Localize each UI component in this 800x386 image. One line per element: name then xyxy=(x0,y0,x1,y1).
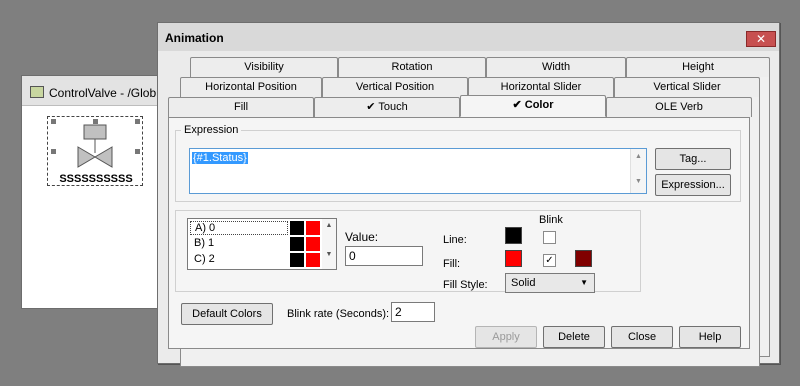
tab-color[interactable]: ✔ Color xyxy=(460,95,606,117)
list-item[interactable]: B) 1 xyxy=(190,237,288,251)
background-window-title: ControlValve - /Glob xyxy=(49,86,157,100)
fill-style-select[interactable]: Solid ▼ xyxy=(505,273,595,293)
expression-textarea[interactable]: {#1.Status} ▲ ▼ xyxy=(189,148,647,194)
list-item[interactable]: A) 0 xyxy=(190,221,288,235)
line-color-button[interactable] xyxy=(505,227,522,244)
scroll-down-icon[interactable]: ▼ xyxy=(631,178,646,185)
fill-label: Fill: xyxy=(443,258,461,270)
tab-vertical-slider[interactable]: Vertical Slider xyxy=(614,77,760,97)
chevron-down-icon[interactable]: ▼ xyxy=(580,278,588,287)
tab-height[interactable]: Height xyxy=(626,57,770,77)
tab-fill[interactable]: Fill xyxy=(168,97,314,117)
fill-swatch xyxy=(306,253,320,267)
blink-label: Blink xyxy=(539,214,563,226)
fill-swatch xyxy=(306,221,320,235)
expression-group-label: Expression xyxy=(181,124,242,136)
close-icon[interactable]: ✕ xyxy=(746,31,776,47)
tab-vertical-position[interactable]: Vertical Position xyxy=(322,77,468,97)
scroll-up-icon[interactable]: ▲ xyxy=(631,153,646,160)
tab-width[interactable]: Width xyxy=(486,57,626,77)
blink-rate-input[interactable]: 2 xyxy=(391,302,435,322)
fill-style-value: Solid xyxy=(511,277,536,289)
tab-horizontal-slider[interactable]: Horizontal Slider xyxy=(468,77,614,97)
expression-scrollbar[interactable]: ▲ ▼ xyxy=(630,149,646,193)
tab-horizontal-position[interactable]: Horizontal Position xyxy=(180,77,322,97)
list-item[interactable]: C) 2 xyxy=(190,253,288,267)
line-swatch xyxy=(290,237,304,251)
default-colors-button[interactable]: Default Colors xyxy=(181,303,273,325)
tab-rotation[interactable]: Rotation xyxy=(338,57,486,77)
blink-rate-label: Blink rate (Seconds): xyxy=(287,308,390,320)
delete-button[interactable]: Delete xyxy=(543,326,605,348)
tab-ole-verb[interactable]: OLE Verb xyxy=(606,97,752,117)
line-blink-checkbox[interactable] xyxy=(543,231,556,244)
fill-blink-checkbox[interactable]: ✓ xyxy=(543,254,556,267)
apply-button[interactable]: Apply xyxy=(475,326,537,348)
help-button[interactable]: Help xyxy=(679,326,741,348)
value-label: Value: xyxy=(345,230,379,244)
window-icon xyxy=(30,86,44,98)
expression-text: {#1.Status} xyxy=(192,152,248,164)
blink-color-button[interactable] xyxy=(575,250,592,267)
tab-touch[interactable]: ✔ Touch xyxy=(314,97,460,117)
animation-dialog: Animation ✕ Visibility Rotation Width He… xyxy=(157,22,780,367)
line-label: Line: xyxy=(443,234,467,246)
dialog-titlebar[interactable]: Animation ✕ xyxy=(158,23,779,51)
tab-visibility[interactable]: Visibility xyxy=(190,57,338,77)
value-input[interactable]: 0 xyxy=(345,246,423,266)
close-button[interactable]: Close xyxy=(611,326,673,348)
line-swatch xyxy=(290,253,304,267)
symbol-label: SSSSSSSSSS xyxy=(59,173,133,185)
scroll-up-icon[interactable]: ▲ xyxy=(322,222,336,229)
fill-swatch xyxy=(306,237,320,251)
valve-symbol[interactable]: SSSSSSSSSS xyxy=(47,116,143,186)
tab-page-color: Expression {#1.Status} ▲ ▼ Tag... Expres… xyxy=(168,117,750,349)
fill-color-button[interactable] xyxy=(505,250,522,267)
scroll-down-icon[interactable]: ▼ xyxy=(322,251,336,258)
line-swatch xyxy=(290,221,304,235)
dialog-title: Animation xyxy=(165,31,224,45)
expression-button[interactable]: Expression... xyxy=(655,174,731,196)
fill-style-label: Fill Style: xyxy=(443,279,488,291)
list-scrollbar[interactable]: ▲ ▼ xyxy=(322,219,336,269)
state-list[interactable]: A) 0 B) 1 C) 2 ▲ ▼ xyxy=(187,218,337,270)
tag-button[interactable]: Tag... xyxy=(655,148,731,170)
